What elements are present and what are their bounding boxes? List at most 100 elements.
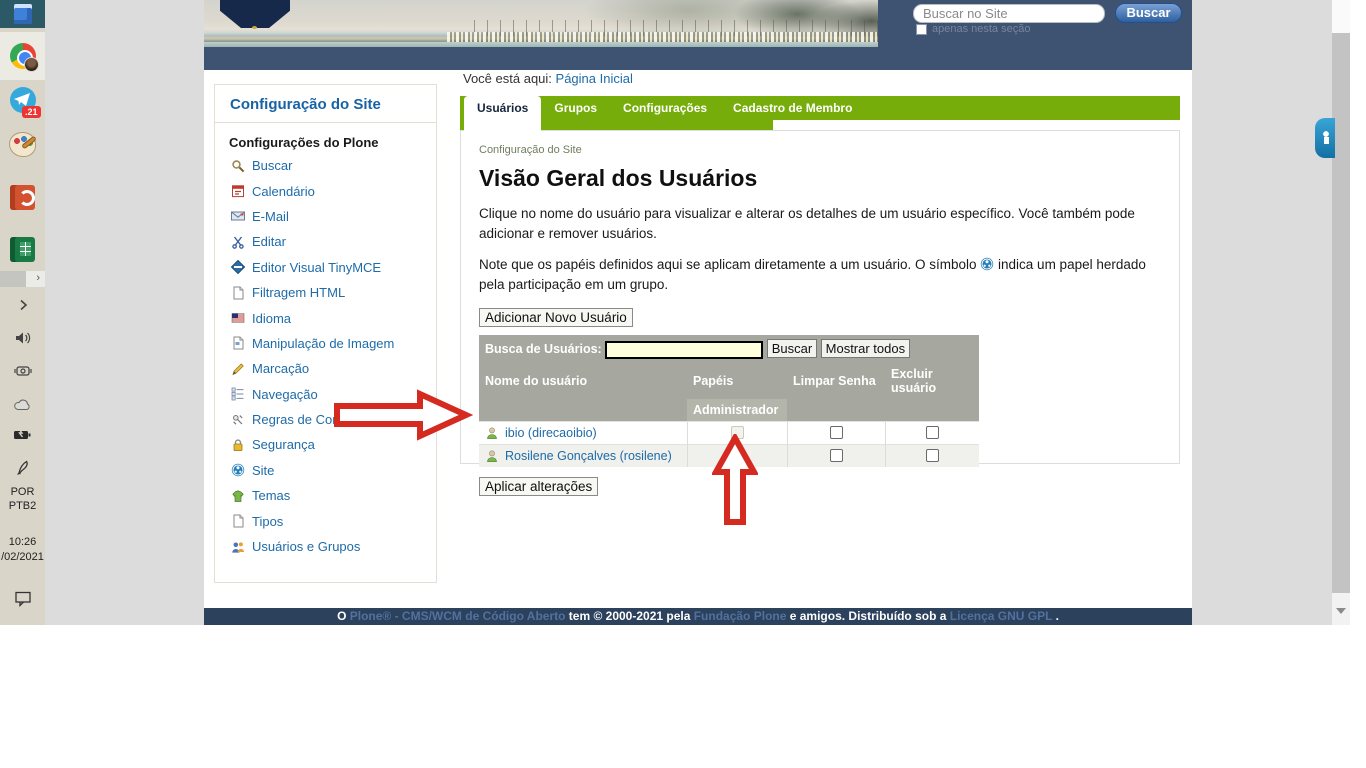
- sidebar-item-label[interactable]: Editar: [252, 234, 286, 249]
- annotation-arrow-up: [712, 434, 758, 526]
- user-link[interactable]: Rosilene Gonçalves (rosilene): [505, 449, 672, 463]
- portlet-title: Configuração do Site: [215, 85, 436, 123]
- delete-user-checkbox[interactable]: [926, 449, 939, 462]
- footer-text: e amigos. Distribuído sob a: [786, 609, 949, 623]
- taskbar-chrome-button[interactable]: [0, 32, 45, 80]
- pencil-icon: [231, 362, 245, 376]
- search-section-checkbox-label: apenas nesta seção: [932, 23, 1030, 35]
- sidebar-item-label[interactable]: Calendário: [252, 184, 315, 199]
- scrollbar-down-arrow-icon[interactable]: [1336, 608, 1346, 614]
- sidebar-item-label[interactable]: Site: [252, 463, 274, 478]
- tab-configuracoes[interactable]: Configurações: [610, 96, 720, 120]
- add-new-user-button[interactable]: Adicionar Novo Usuário: [479, 308, 633, 327]
- sidebar-item-calendario[interactable]: Calendário: [227, 178, 424, 203]
- site-search-button[interactable]: Buscar: [1115, 3, 1182, 23]
- scrollbar-thumb[interactable]: [1332, 33, 1350, 593]
- notification-bubble-icon: [14, 590, 32, 607]
- breadcrumb-home-link[interactable]: Página Inicial: [556, 71, 633, 86]
- sidebar-item-label[interactable]: Tipos: [252, 514, 283, 529]
- sidebar-item-site[interactable]: Site: [227, 458, 424, 483]
- sidebar-item-filtragem-html[interactable]: Filtragem HTML: [227, 280, 424, 305]
- tray-notifications-button[interactable]: [0, 586, 45, 610]
- sidebar-item-label[interactable]: E-Mail: [252, 209, 289, 224]
- user-search-input[interactable]: [605, 341, 763, 359]
- column-header-delete-user: Excluir usuário: [885, 363, 979, 399]
- show-all-users-button[interactable]: Mostrar todos: [821, 339, 910, 358]
- chevron-right-icon: [17, 299, 29, 311]
- tray-camera-button[interactable]: [0, 358, 45, 384]
- volume-icon: [14, 330, 32, 346]
- user-search-cell: Busca de Usuários: Buscar Mostrar todos: [479, 335, 979, 363]
- tray-onedrive-button[interactable]: [0, 392, 45, 416]
- sidebar-item-label[interactable]: Editor Visual TinyMCE: [252, 260, 381, 275]
- scrollbar-cap: [1332, 0, 1350, 33]
- content-parent-link[interactable]: Configuração do Site: [479, 144, 582, 156]
- tray-language-indicator[interactable]: POR: [0, 486, 45, 498]
- sidebar-item-label[interactable]: Filtragem HTML: [252, 285, 345, 300]
- user-search-button[interactable]: Buscar: [767, 339, 817, 358]
- footer-text: tem © 2000-2021 pela: [565, 609, 693, 623]
- sidebar-item-buscar[interactable]: Buscar: [227, 153, 424, 178]
- sidebar-item-idioma[interactable]: Idioma: [227, 305, 424, 330]
- sidebar-item-manipulacao-de-imagem[interactable]: Manipulação de Imagem: [227, 331, 424, 356]
- chrome-profile-avatar: [24, 57, 39, 72]
- tray-volume-button[interactable]: [0, 326, 45, 350]
- taskbar-excel-button[interactable]: [0, 234, 45, 264]
- delete-user-checkbox[interactable]: [926, 426, 939, 439]
- reset-password-checkbox[interactable]: [830, 449, 843, 462]
- sidebar-item-tipos[interactable]: Tipos: [227, 508, 424, 533]
- sidebar-item-label[interactable]: Marcação: [252, 361, 309, 376]
- taskbar-calculator-button[interactable]: [0, 0, 45, 28]
- tray-pen-button[interactable]: [0, 454, 45, 480]
- excel-icon: [10, 237, 35, 262]
- roles-paragraph-before: Note que os papéis definidos aqui se apl…: [479, 257, 980, 272]
- sidebar-item-label[interactable]: Segurança: [252, 437, 315, 452]
- sidebar-item-temas[interactable]: Temas: [227, 483, 424, 508]
- sidebar-item-editar[interactable]: Editar: [227, 229, 424, 254]
- sidebar-item-label[interactable]: Navegação: [252, 387, 318, 402]
- tray-clock-date[interactable]: /02/2021: [0, 551, 45, 563]
- taskbar-powerpoint-button[interactable]: [0, 182, 45, 212]
- subheader-empty: [885, 399, 979, 422]
- page-footer: O Plone® - CMS/WCM de Código Aberto tem …: [204, 608, 1192, 625]
- reset-password-checkbox[interactable]: [830, 426, 843, 439]
- tray-clock-time[interactable]: 10:26: [0, 536, 45, 548]
- tab-usuarios[interactable]: Usuários: [464, 96, 541, 132]
- page-icon: [231, 514, 245, 528]
- taskbar-scrollbar-thumb[interactable]: [0, 271, 26, 287]
- footer-plone-link[interactable]: Plone® - CMS/WCM de Código Aberto: [350, 609, 566, 623]
- subheader-empty: [787, 399, 885, 422]
- user-link[interactable]: ibio (direcaoibio): [505, 426, 597, 440]
- paint-palette-icon: [9, 132, 36, 157]
- sidebar-item-label[interactable]: Usuários e Grupos: [252, 539, 360, 554]
- tab-cadastro-de-membro[interactable]: Cadastro de Membro: [720, 96, 865, 120]
- taskbar-scrollbar[interactable]: ›: [0, 271, 45, 287]
- tray-keyboard-layout[interactable]: PTB2: [0, 500, 45, 512]
- browser-scrollbar[interactable]: [1332, 0, 1350, 625]
- taskbar: .21 ›: [0, 0, 45, 625]
- accessibility-widget-button[interactable]: [1315, 118, 1335, 158]
- site-search-input[interactable]: [913, 4, 1105, 23]
- sidebar-item-marcacao[interactable]: Marcação: [227, 356, 424, 381]
- sidebar-item-label[interactable]: Manipulação de Imagem: [252, 336, 394, 351]
- role-subheader-administrator: Administrador: [687, 399, 787, 422]
- footer-license-link[interactable]: Licença GNU GPL: [950, 609, 1052, 623]
- roles-paragraph: Note que os papéis definidos aqui se apl…: [479, 255, 1161, 294]
- sidebar-item-label[interactable]: Idioma: [252, 311, 291, 326]
- tab-grupos[interactable]: Grupos: [541, 96, 610, 120]
- search-icon: [231, 159, 245, 173]
- taskbar-paint-button[interactable]: [0, 128, 45, 160]
- tray-battery-button[interactable]: [0, 422, 45, 446]
- sidebar-item-email[interactable]: E-Mail: [227, 204, 424, 229]
- page-icon: [231, 336, 245, 350]
- footer-foundation-link[interactable]: Fundação Plone: [694, 609, 787, 623]
- sidebar-item-label[interactable]: Buscar: [252, 158, 292, 173]
- search-section-checkbox[interactable]: [916, 24, 927, 35]
- pen-icon: [15, 458, 31, 476]
- sidebar-item-editor-visual-tinymce[interactable]: Editor Visual TinyMCE: [227, 255, 424, 280]
- tray-expand-button[interactable]: [0, 296, 45, 314]
- sidebar-item-label[interactable]: Temas: [252, 488, 290, 503]
- sidebar-item-usuarios-e-grupos[interactable]: Usuários e Grupos: [227, 534, 424, 559]
- inherited-role-plone-icon: [980, 257, 994, 271]
- apply-changes-button[interactable]: Aplicar alterações: [479, 477, 598, 496]
